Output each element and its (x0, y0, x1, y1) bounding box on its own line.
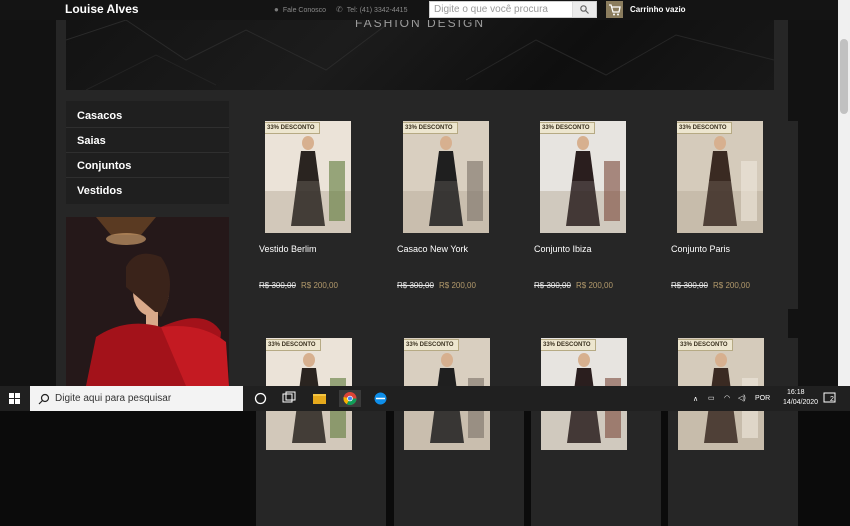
search-icon (580, 5, 589, 14)
product-new-price: R$ 200,00 (576, 281, 613, 290)
product-old-price: R$ 300,00 (397, 281, 434, 290)
brand-logo[interactable]: Louise Alves (65, 2, 139, 16)
product-new-price: R$ 200,00 (301, 281, 338, 290)
product-name[interactable]: Vestido Berlim (259, 244, 317, 254)
discount-badge: 33% DESCONTO (678, 339, 733, 351)
discount-badge: 33% DESCONTO (403, 122, 458, 134)
product-image[interactable]: 33% DESCONTO (403, 121, 489, 233)
top-bar: Louise Alves ● Fale Conosco ✆ Tel: (41) 33… (0, 0, 838, 20)
product-name[interactable]: Casaco New York (397, 244, 468, 254)
phone-icon: ✆ (336, 5, 343, 14)
category-menu: Casacos Saias Conjuntos Vestidos (66, 101, 229, 204)
teamviewer-icon[interactable] (372, 390, 389, 407)
category-label: Saias (77, 135, 106, 147)
category-label: Casacos (77, 110, 123, 122)
windows-taskbar: Digite aqui para pesquisar ∧ ▭ ◠ ◁) POR … (0, 386, 850, 411)
scrollbar-thumb[interactable] (840, 39, 848, 114)
taskbar-search[interactable]: Digite aqui para pesquisar (30, 386, 243, 411)
product-new-price: R$ 200,00 (439, 281, 476, 290)
product-image[interactable]: 33% DESCONTO (265, 121, 351, 233)
category-item-vestidos[interactable]: Vestidos (66, 178, 229, 203)
model-photo (66, 217, 229, 386)
clock-time[interactable]: 16:18 (787, 389, 805, 396)
start-button[interactable] (0, 386, 30, 411)
search-icon (38, 393, 50, 405)
notification-count: 2 (830, 396, 834, 403)
side-promo-image[interactable] (66, 217, 229, 386)
page-scrollbar[interactable] (838, 0, 850, 386)
taskbar-search-placeholder: Digite aqui para pesquisar (55, 393, 172, 404)
discount-badge: 33% DESCONTO (265, 122, 320, 134)
category-label: Vestidos (77, 185, 123, 197)
product-name[interactable]: Conjunto Ibiza (534, 244, 592, 254)
product-image[interactable]: 33% DESCONTO (540, 121, 626, 233)
product-card[interactable]: 33% DESCONTO Vestido Berlim R$ 300,00 R$ 20… (256, 121, 386, 309)
battery-icon[interactable]: ▭ (708, 394, 715, 402)
product-old-price: R$ 300,00 (259, 281, 296, 290)
page-gutter-left (0, 0, 56, 386)
category-label: Conjuntos (77, 160, 132, 172)
clock-date[interactable]: 14/04/2020 (783, 399, 818, 406)
cart-button[interactable] (606, 1, 623, 18)
fale-conosco-label: Fale Conosco (282, 7, 327, 14)
phone-label: Tel: (41) 3342-4415 (346, 7, 408, 14)
product-card[interactable]: 33% DESCONTO (394, 338, 524, 526)
category-item-saias[interactable]: Saias (66, 128, 229, 153)
product-card[interactable]: 33% DESCONTO (668, 338, 798, 526)
discount-badge: 33% DESCONTO (677, 122, 732, 134)
category-item-conjuntos[interactable]: Conjuntos (66, 153, 229, 178)
windows-logo-icon (9, 393, 20, 404)
category-item-casacos[interactable]: Casacos (66, 103, 229, 128)
discount-badge: 33% DESCONTO (540, 122, 595, 134)
search-button[interactable] (572, 2, 596, 17)
product-card[interactable]: 33% DESCONTO Conjunto Ibiza R$ 300,00 R$ 20… (531, 121, 661, 309)
discount-badge: 33% DESCONTO (266, 339, 321, 351)
product-card[interactable]: 33% DESCONTO Casaco New York R$ 300,00 R$ 2… (394, 121, 524, 309)
discount-badge: 33% DESCONTO (404, 339, 459, 351)
wifi-icon[interactable]: ◠ (724, 394, 730, 402)
cart-status[interactable]: Carrinho vazio (630, 5, 686, 14)
product-image[interactable]: 33% DESCONTO (677, 121, 763, 233)
product-name[interactable]: Conjunto Paris (671, 244, 730, 254)
product-new-price: R$ 200,00 (713, 281, 750, 290)
contact-info: ● Fale Conosco ✆ Tel: (41) 3342-4415 (274, 5, 407, 14)
product-card[interactable]: 33% DESCONTO Conjunto Paris R$ 300,00 R$ 20… (668, 121, 798, 309)
task-view-icon[interactable] (280, 390, 297, 407)
product-card[interactable]: 33% DESCONTO (256, 338, 386, 526)
file-explorer-icon[interactable] (311, 390, 328, 407)
search-input[interactable] (430, 2, 572, 17)
product-old-price: R$ 300,00 (534, 281, 571, 290)
cart-icon (609, 4, 621, 16)
notification-center-icon[interactable]: 2 (822, 390, 839, 407)
chrome-icon[interactable] (339, 390, 361, 407)
tray-overflow-icon[interactable]: ∧ (693, 395, 698, 403)
product-old-price: R$ 300,00 (671, 281, 708, 290)
volume-icon[interactable]: ◁) (738, 394, 746, 402)
language-indicator[interactable]: POR (755, 395, 770, 402)
cortana-icon[interactable] (252, 390, 269, 407)
chat-icon: ● (274, 5, 279, 14)
product-card[interactable]: 33% DESCONTO (531, 338, 661, 526)
search-box (429, 1, 597, 18)
discount-badge: 33% DESCONTO (541, 339, 596, 351)
phone-info: ✆ Tel: (41) 3342-4415 (336, 5, 407, 14)
fale-conosco-link[interactable]: ● Fale Conosco (274, 5, 326, 14)
